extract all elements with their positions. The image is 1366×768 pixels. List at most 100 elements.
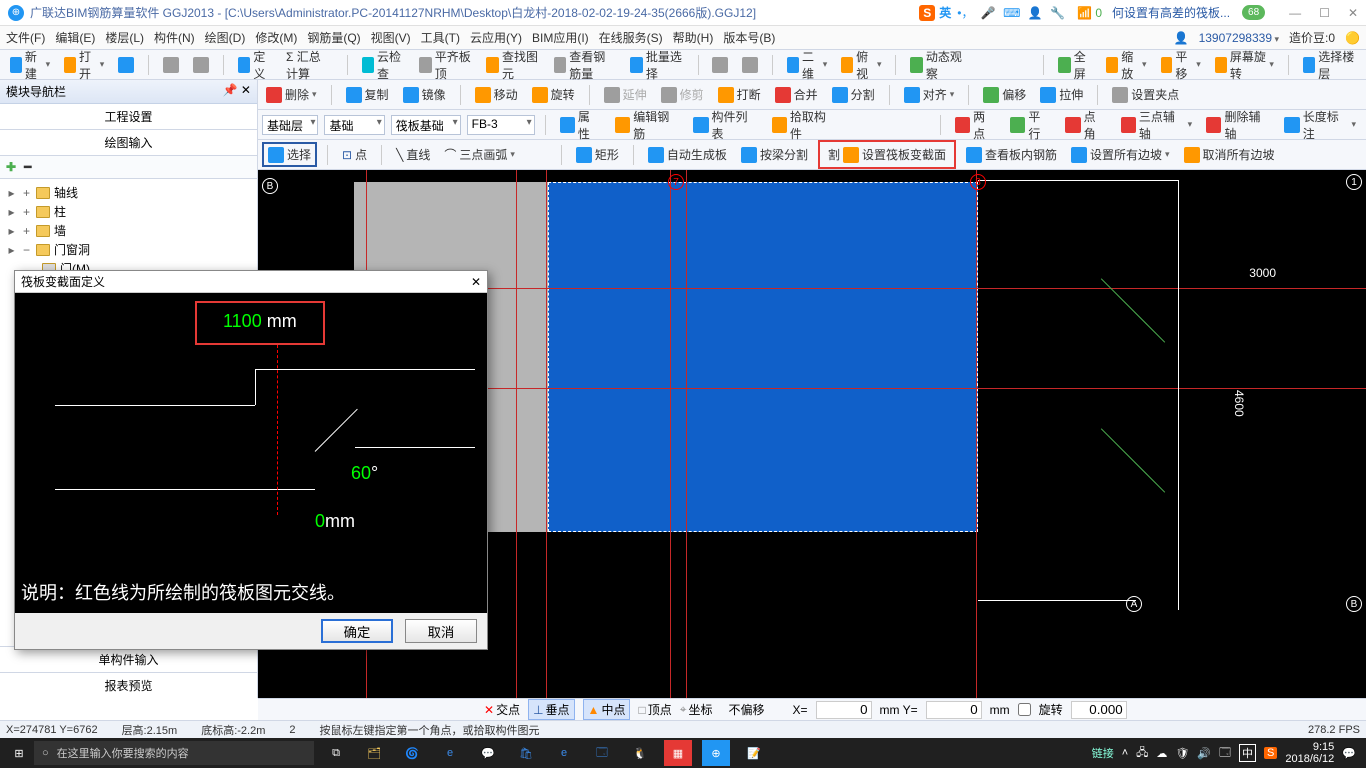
auto-slab-button[interactable]: 自动生成板: [644, 144, 731, 165]
extend-button[interactable]: 延伸: [600, 84, 651, 105]
define-button[interactable]: 定义: [234, 46, 276, 84]
section-draw[interactable]: 绘图输入: [0, 130, 257, 156]
tray-net-icon[interactable]: 🖧: [1136, 744, 1148, 763]
three-point-aux-button[interactable]: 三点辅轴: [1117, 106, 1197, 144]
cancel-button[interactable]: 取消: [405, 619, 477, 643]
zoom-button[interactable]: 缩放: [1102, 46, 1150, 84]
set-slope-button[interactable]: 设置所有边坡: [1067, 144, 1174, 165]
tray-vol-icon[interactable]: 🔊: [1197, 747, 1211, 760]
menu-draw[interactable]: 绘图(D): [205, 29, 246, 46]
batch-select-button[interactable]: 批量选择: [626, 46, 687, 84]
pan-button[interactable]: 平移: [1157, 46, 1205, 84]
sum-button[interactable]: Σ 汇总计算: [282, 46, 337, 84]
trim-button[interactable]: 修剪: [657, 84, 708, 105]
merge-button[interactable]: 合并: [771, 84, 822, 105]
task-notes-icon[interactable]: 📝: [740, 740, 768, 766]
mirror-button[interactable]: 镜像: [399, 84, 450, 105]
task-app2-icon[interactable]: ⊕: [702, 740, 730, 766]
menu-view[interactable]: 视图(V): [371, 29, 411, 46]
task-view-icon[interactable]: ⧉: [322, 740, 350, 766]
menu-tool[interactable]: 工具(T): [421, 29, 460, 46]
task-folder-icon[interactable]: 🗔: [588, 740, 616, 766]
snap-intersect[interactable]: ✕交点: [484, 701, 520, 718]
select-tool[interactable]: 选择: [262, 142, 317, 167]
task-qq-icon[interactable]: 🐧: [626, 740, 654, 766]
attr-button[interactable]: 属性: [556, 106, 605, 144]
task-ie-icon[interactable]: e: [550, 740, 578, 766]
menu-rebar[interactable]: 钢筋量(Q): [307, 29, 360, 46]
delete-aux-button[interactable]: 删除辅轴: [1202, 106, 1274, 144]
select-floor-button[interactable]: 选择楼层: [1299, 46, 1360, 84]
start-button[interactable]: ⊞: [4, 747, 34, 760]
rotate-input[interactable]: [1071, 701, 1127, 719]
snap-mid[interactable]: ▲中点: [583, 699, 631, 720]
view-inner-rebar-button[interactable]: 查看板内钢筋: [962, 144, 1061, 165]
save-button[interactable]: [114, 55, 138, 75]
section-project[interactable]: 工程设置: [0, 104, 257, 130]
pick-member-button[interactable]: 拾取构件: [768, 106, 840, 144]
point-angle-button[interactable]: 点角: [1061, 106, 1110, 144]
tray-notification-icon[interactable]: 💬: [1342, 747, 1356, 760]
task-app1-icon[interactable]: ▦: [664, 740, 692, 766]
badge-68[interactable]: 68: [1242, 5, 1265, 20]
two-point-button[interactable]: 两点: [951, 106, 1000, 144]
rotate-button[interactable]: 旋转: [528, 84, 579, 105]
snap-top[interactable]: □顶点: [638, 701, 671, 718]
menu-bim[interactable]: BIM应用(I): [532, 29, 589, 46]
move-button[interactable]: 移动: [471, 84, 522, 105]
tray-batt-icon[interactable]: 🗔: [1219, 744, 1231, 763]
snap-coord[interactable]: ⌖坐标: [680, 701, 713, 718]
prev-button[interactable]: [708, 55, 732, 75]
dynamic-view-button[interactable]: 动态观察: [906, 46, 967, 84]
ime-s-icon[interactable]: S: [919, 5, 935, 21]
tray-link[interactable]: 链接: [1092, 745, 1114, 761]
rotate-check[interactable]: [1018, 703, 1031, 716]
break-button[interactable]: 打断: [714, 84, 765, 105]
set-raft-depth-button[interactable]: 割 设置筏板变截面: [818, 140, 956, 169]
taskbar-search[interactable]: ○在这里输入你要搜索的内容: [34, 741, 314, 765]
top-view-button[interactable]: 俯视: [837, 46, 885, 84]
stretch-button[interactable]: 拉伸: [1036, 84, 1087, 105]
screen-rotate-button[interactable]: 屏幕旋转: [1211, 46, 1278, 84]
ime-tool-icon[interactable]: 🔧: [1050, 6, 1065, 20]
task-explorer-icon[interactable]: 🗂: [360, 740, 388, 766]
clamp-button[interactable]: 设置夹点: [1108, 84, 1183, 105]
y-input[interactable]: [926, 701, 982, 719]
name-combo[interactable]: FB-3: [467, 115, 535, 135]
menu-online[interactable]: 在线服务(S): [599, 29, 663, 46]
arc-tool[interactable]: ⌒三点画弧: [440, 144, 519, 165]
line-tool[interactable]: ╲直线: [392, 144, 434, 165]
ime-kbd-icon[interactable]: ⌨: [1003, 6, 1020, 20]
task-edge-icon[interactable]: e: [436, 740, 464, 766]
open-button[interactable]: 打开: [60, 46, 108, 84]
menu-cloud[interactable]: 云应用(Y): [470, 29, 522, 46]
2d-button[interactable]: 二维: [783, 46, 831, 84]
category-combo[interactable]: 基础: [324, 115, 384, 135]
panel-pin-icon[interactable]: 📌 ✕: [223, 83, 251, 100]
menu-help[interactable]: 帮助(H): [673, 29, 714, 46]
task-swirl-icon[interactable]: 🌀: [398, 740, 426, 766]
delete-button[interactable]: 删除: [262, 84, 321, 105]
x-input[interactable]: [816, 701, 872, 719]
offset-button[interactable]: 偏移: [979, 84, 1030, 105]
tab-add-icon[interactable]: ✚: [6, 160, 16, 174]
new-button[interactable]: 新建: [6, 46, 54, 84]
point-tool[interactable]: ⊡点: [338, 144, 371, 165]
tray-ime[interactable]: 中: [1239, 744, 1256, 762]
ime-dot-icon[interactable]: •，: [957, 6, 973, 20]
copy-button[interactable]: 复制: [342, 84, 393, 105]
parallel-button[interactable]: 平行: [1006, 106, 1055, 144]
find-element-button[interactable]: 查找图元: [482, 46, 543, 84]
ime-lang[interactable]: 英: [939, 4, 951, 21]
minimize-button[interactable]: —: [1289, 6, 1301, 20]
flat-top-button[interactable]: 平齐板顶: [415, 46, 476, 84]
tray-sogou-icon[interactable]: S: [1264, 747, 1277, 759]
tray-clock[interactable]: 9:152018/6/12: [1285, 741, 1334, 765]
snap-perp[interactable]: ⊥垂点: [528, 699, 574, 720]
redo-button[interactable]: [189, 55, 213, 75]
tray-shield-icon[interactable]: 🛡: [1175, 747, 1189, 760]
edit-rebar-button[interactable]: 编辑钢筋: [611, 106, 683, 144]
beam-split-button[interactable]: 按梁分割: [737, 144, 812, 165]
rect-tool[interactable]: 矩形: [572, 144, 623, 165]
maximize-button[interactable]: ☐: [1319, 6, 1330, 20]
